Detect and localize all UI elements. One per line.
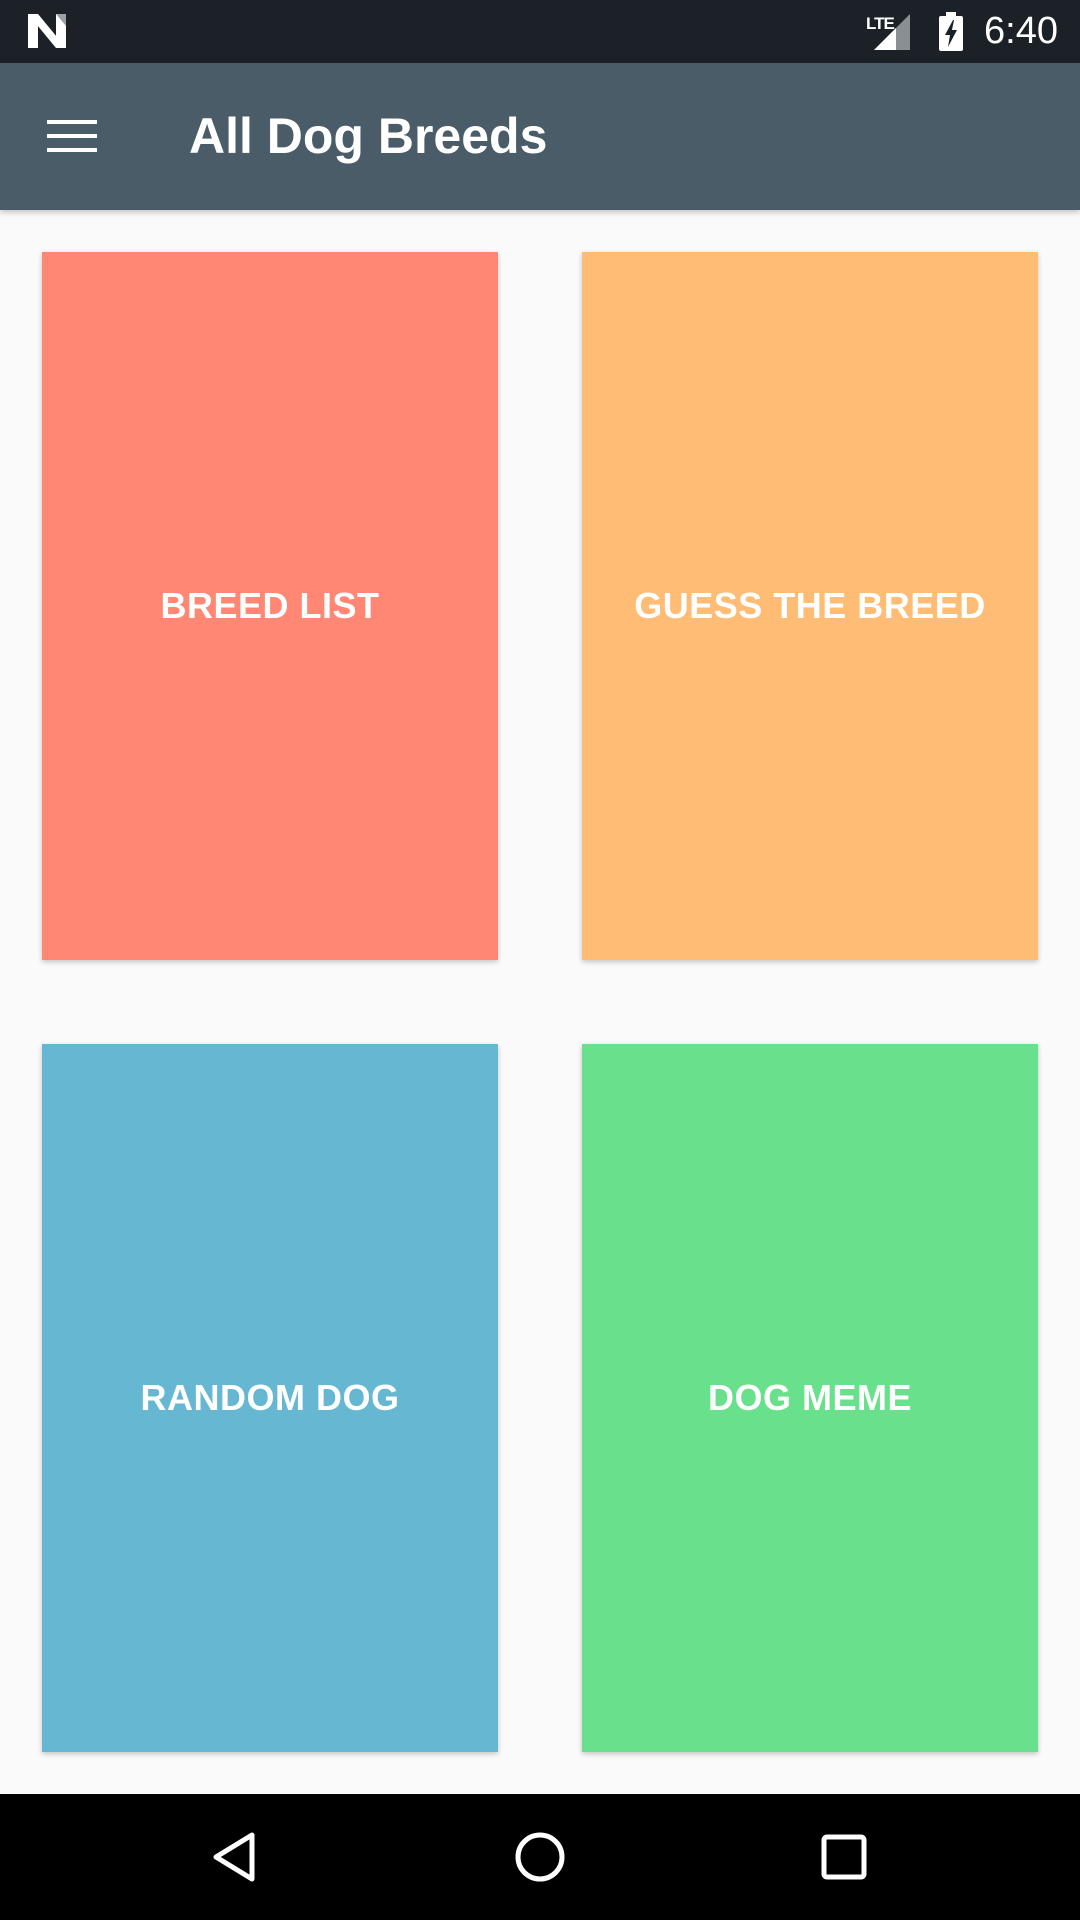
- recents-icon: [821, 1834, 867, 1880]
- battery-charging-icon: [939, 11, 964, 51]
- random-dog-tile[interactable]: RANDOM DOG: [42, 1044, 498, 1752]
- menu-grid: BREED LIST GUESS THE BREED RANDOM DOG DO…: [0, 210, 1080, 1794]
- hamburger-menu-icon: [47, 120, 97, 152]
- dog-meme-tile[interactable]: DOG MEME: [582, 1044, 1038, 1752]
- status-bar: LTE 6:40: [0, 0, 1080, 63]
- signal-icon: LTE: [866, 12, 916, 52]
- menu-button[interactable]: [26, 90, 118, 182]
- tile-label: RANDOM DOG: [140, 1377, 400, 1418]
- clock: 6:40: [984, 10, 1058, 52]
- recents-button[interactable]: [804, 1817, 884, 1897]
- back-icon: [213, 1832, 255, 1882]
- home-button[interactable]: [500, 1817, 580, 1897]
- tile-label: BREED LIST: [160, 585, 380, 626]
- back-button[interactable]: [196, 1817, 276, 1897]
- android-n-logo-icon: [28, 14, 66, 48]
- breed-list-tile[interactable]: BREED LIST: [42, 252, 498, 960]
- tile-label: DOG MEME: [707, 1377, 912, 1418]
- guess-the-breed-tile[interactable]: GUESS THE BREED: [582, 252, 1038, 960]
- app-bar: All Dog Breeds: [0, 63, 1080, 210]
- home-icon: [515, 1832, 565, 1882]
- tile-label: GUESS THE BREED: [634, 585, 986, 626]
- page-title: All Dog Breeds: [189, 108, 548, 164]
- navigation-bar: [0, 1794, 1080, 1920]
- status-icons: LTE 6:40: [866, 0, 1058, 63]
